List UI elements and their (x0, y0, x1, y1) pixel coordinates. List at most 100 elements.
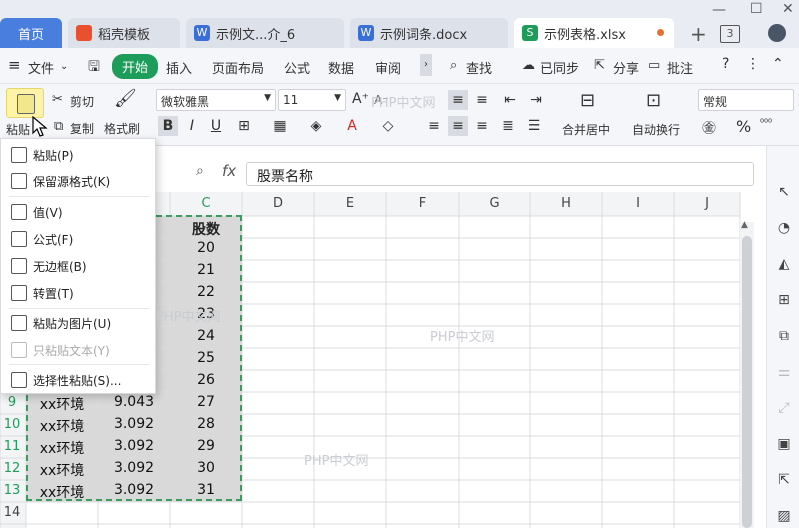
row-header[interactable]: 13 (0, 483, 24, 498)
scissors-icon[interactable]: ✂ (52, 92, 63, 107)
merge-center-icon[interactable]: ⊟ (580, 90, 595, 111)
save-icon[interactable]: 🖫 (88, 56, 100, 80)
new-tab-button[interactable]: + (690, 22, 707, 46)
avatar[interactable] (768, 24, 786, 42)
column-header-h[interactable]: H (530, 196, 602, 211)
copy-icon[interactable]: ⧉ (54, 119, 63, 134)
align-top-icon[interactable]: ≡ (448, 90, 468, 110)
hamburger-icon[interactable]: ≡ (8, 56, 21, 74)
tab-home[interactable]: 首页 (0, 18, 62, 48)
row-header[interactable]: 10 (0, 417, 24, 432)
font-color-icon[interactable]: A (342, 116, 362, 136)
tab-count-badge[interactable]: 3 (720, 25, 740, 43)
column-header-j[interactable]: J (674, 196, 740, 211)
column-header-f[interactable]: F (386, 196, 459, 211)
percent-button[interactable]: % (736, 117, 751, 136)
tab-doc-entry[interactable]: W 示例词条.docx (350, 18, 508, 48)
cut-button[interactable]: 剪切 (70, 93, 94, 110)
sync-status[interactable]: 已同步 (540, 58, 579, 77)
zoom-search-icon[interactable]: ⌕ (196, 163, 204, 179)
paste-button[interactable] (6, 88, 44, 118)
menu-item-paste[interactable]: 粘贴(P) (1, 142, 155, 168)
help-icon[interactable]: ? (722, 56, 729, 72)
column-header-i[interactable]: I (602, 196, 674, 211)
merge-center-button[interactable]: 合并居中 (562, 121, 610, 138)
format-painter-icon[interactable]: 🖌 (114, 88, 137, 109)
thousands-separator-icon[interactable]: ⁰⁰⁰ (760, 118, 772, 129)
tab-doc-intro[interactable]: W 示例文...介_6 (186, 18, 344, 48)
column-header-e[interactable]: E (314, 196, 386, 211)
copy-button[interactable]: 复制 (70, 120, 94, 137)
number-format-select[interactable]: 常规 (698, 89, 794, 111)
more-tabs-chevron-icon[interactable]: › (420, 54, 432, 76)
increase-font-icon[interactable]: A⁺ (352, 91, 369, 107)
italic-button[interactable]: I (182, 116, 202, 136)
wrap-text-icon[interactable]: ⊡ (646, 90, 661, 111)
layers-icon[interactable]: ⧉ (775, 328, 793, 346)
fill-bucket-icon[interactable]: ◭ (775, 256, 793, 274)
tab-start[interactable]: 开始 (112, 54, 159, 79)
menu-item-formulas[interactable]: 公式(F) (1, 226, 155, 252)
underline-button[interactable]: U (206, 116, 226, 136)
fill-color-icon[interactable]: ◈ (306, 116, 326, 136)
tab-docer-templates[interactable]: 稻壳模板 (68, 18, 180, 48)
apps-grid-icon[interactable]: ⊞ (775, 292, 793, 310)
share-button[interactable]: 分享 (613, 58, 639, 77)
border-icon[interactable]: ⊞ (234, 116, 254, 136)
indent-decrease-icon[interactable]: ⇤ (500, 90, 520, 110)
distributed-align-icon[interactable]: ☰ (524, 116, 544, 136)
column-header-d[interactable]: D (242, 196, 314, 211)
menu-item-keep-source-format[interactable]: 保留源格式(K) (1, 168, 155, 194)
formula-input[interactable]: 股票名称 (246, 162, 754, 186)
paste-label[interactable]: 粘贴 (6, 121, 30, 138)
menu-item-no-borders[interactable]: 无边框(B) (1, 253, 155, 279)
tab-page-layout[interactable]: 页面布局 (212, 58, 264, 77)
search-icon[interactable]: ⌕ (450, 58, 457, 73)
file-menu[interactable]: 文件 (28, 58, 54, 77)
column-header-c[interactable]: C (170, 196, 242, 211)
clear-format-icon[interactable]: ◇ (378, 116, 398, 136)
currency-icon[interactable]: ㊎ (702, 118, 716, 138)
bold-button[interactable]: B (158, 116, 178, 136)
align-right-icon[interactable]: ≡ (472, 116, 492, 136)
font-name-select[interactable]: 微软雅黑 ▼ (156, 89, 276, 111)
vertical-scrollbar[interactable]: ▲ (740, 220, 754, 528)
maximize-icon[interactable]: ☐ (750, 1, 763, 17)
row-header[interactable]: 14 (0, 505, 24, 520)
cursor-select-icon[interactable]: ↖ (775, 184, 793, 202)
row-header[interactable]: 12 (0, 461, 24, 476)
tab-data[interactable]: 数据 (328, 58, 354, 77)
image-gallery-icon[interactable]: ▣ (775, 436, 793, 454)
menu-item-paste-special[interactable]: 选择性粘贴(S)... (1, 367, 155, 393)
collapse-ribbon-icon[interactable]: ⌃ (772, 56, 784, 72)
search-button[interactable]: 查找 (466, 58, 492, 77)
fx-icon[interactable]: fx (222, 162, 236, 180)
align-center-icon[interactable]: ≡ (448, 116, 468, 136)
justify-icon[interactable]: ≣ (498, 116, 518, 136)
tab-review[interactable]: 审阅 (375, 58, 401, 77)
scrollbar-thumb[interactable] (742, 236, 752, 528)
row-header[interactable]: 9 (0, 395, 24, 410)
picture-icon[interactable]: ▨ (775, 508, 793, 526)
row-header[interactable]: 11 (0, 439, 24, 454)
expand-icon[interactable]: ⇱ (775, 472, 793, 490)
comment-button[interactable]: 批注 (667, 58, 693, 77)
menu-item-values[interactable]: 值(V) (1, 199, 155, 225)
tab-formula[interactable]: 公式 (284, 58, 310, 77)
close-icon[interactable]: ✕ (782, 1, 794, 17)
font-size-select[interactable]: 11 ▼ (278, 89, 346, 111)
fill-pattern-icon[interactable]: ▦ (270, 116, 290, 136)
menu-item-transpose[interactable]: 转置(T) (1, 280, 155, 306)
align-left-icon[interactable]: ≡ (424, 116, 444, 136)
align-middle-icon[interactable]: ≡ (472, 90, 492, 110)
scroll-up-icon[interactable]: ▲ (741, 220, 748, 230)
shapes-icon[interactable]: ◔ (775, 220, 793, 238)
menu-item-paste-as-picture[interactable]: 粘贴为图片(U) (1, 310, 155, 336)
wrap-text-button[interactable]: 自动换行 (632, 121, 680, 138)
chevron-down-icon[interactable]: ⌄ (60, 61, 68, 72)
minimize-icon[interactable]: — (712, 2, 726, 18)
format-painter-button[interactable]: 格式刷 (104, 120, 140, 137)
column-header-g[interactable]: G (459, 196, 530, 211)
tab-sheet-active[interactable]: S 示例表格.xlsx (514, 18, 674, 48)
tab-insert[interactable]: 插入 (166, 58, 192, 77)
